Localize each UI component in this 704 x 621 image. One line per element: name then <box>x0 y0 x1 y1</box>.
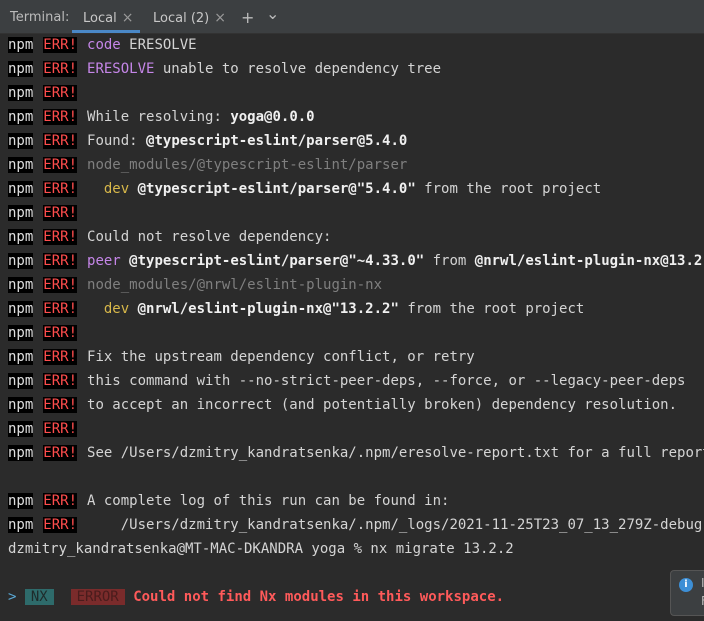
terminal-line: npm ERR! <box>8 85 78 101</box>
terminal-output[interactable]: npm ERR! code ERESOLVE npm ERR! ERESOLVE una… <box>0 34 704 621</box>
terminal-line: npm ERR! See /Users/dzmitry_kandratsenka/.… <box>8 445 704 461</box>
terminal-line: npm ERR! node_modules/@typescript-eslint/p… <box>8 157 408 173</box>
error-badge: ERROR <box>70 589 125 605</box>
terminal-line: npm ERR! this command with --no-strict-pee… <box>8 373 686 389</box>
chevron-down-icon[interactable]: ⌄ <box>266 4 279 23</box>
tab-label: Local (2) <box>153 11 210 26</box>
terminal-line: npm ERR! to accept an incorrect (and poten… <box>8 397 678 413</box>
terminal-line: npm ERR! Fix the upstream dependency confl… <box>8 349 475 365</box>
terminal-line: npm ERR! ERESOLVE unable to resolve depend… <box>8 61 442 77</box>
error-message: Could not find Nx modules in this worksp… <box>133 589 505 605</box>
tab-local-2[interactable]: Local (2) × <box>143 0 233 33</box>
add-tab-icon[interactable]: + <box>241 8 254 27</box>
tab-label: Local <box>83 11 117 26</box>
terminal-tab-bar: Terminal: Local × Local (2) × + ⌄ <box>0 0 704 34</box>
terminal-line: npm ERR! While resolving: yoga@0.0.0 <box>8 109 315 125</box>
terminal-line: npm ERR! peer @typescript-eslint/parser@"~… <box>8 253 704 269</box>
close-icon[interactable]: × <box>122 10 134 26</box>
prompt-arrow-icon: > <box>8 589 17 605</box>
terminal-line: npm ERR! Could not resolve dependency: <box>8 229 332 245</box>
shell-prompt-line: dzmitry_kandratsenka@MT-MAC-DKANDRA yoga… <box>8 541 514 557</box>
close-icon[interactable]: × <box>214 10 226 26</box>
terminal-line: npm ERR! Found: @typescript-eslint/parser@… <box>8 133 408 149</box>
terminal-line: npm ERR! dev @typescript-eslint/parser@"5… <box>8 181 602 197</box>
terminal-line: npm ERR! <box>8 325 78 341</box>
terminal-line: npm ERR! /Users/dzmitry_kandratsenka/.npm… <box>8 517 704 533</box>
terminal-line: npm ERR! <box>8 421 78 437</box>
terminal-line: npm ERR! dev @nrwl/eslint-plugin-nx@"13.2… <box>8 301 585 317</box>
terminal-label: Terminal: <box>10 10 70 25</box>
terminal-line: npm ERR! <box>8 205 78 221</box>
nx-error-line: > NX ERROR Could not find Nx modules in … <box>8 586 504 608</box>
tab-local[interactable]: Local × <box>72 0 140 33</box>
info-icon: i <box>679 578 693 592</box>
terminal-line: npm ERR! A complete log of this run can be… <box>8 493 450 509</box>
notification-popup[interactable]: i I F <box>670 570 704 616</box>
nx-badge: NX <box>24 589 54 605</box>
terminal-line: npm ERR! code ERESOLVE <box>8 37 197 53</box>
terminal-line: npm ERR! node_modules/@nrwl/eslint-plugin-… <box>8 277 383 293</box>
